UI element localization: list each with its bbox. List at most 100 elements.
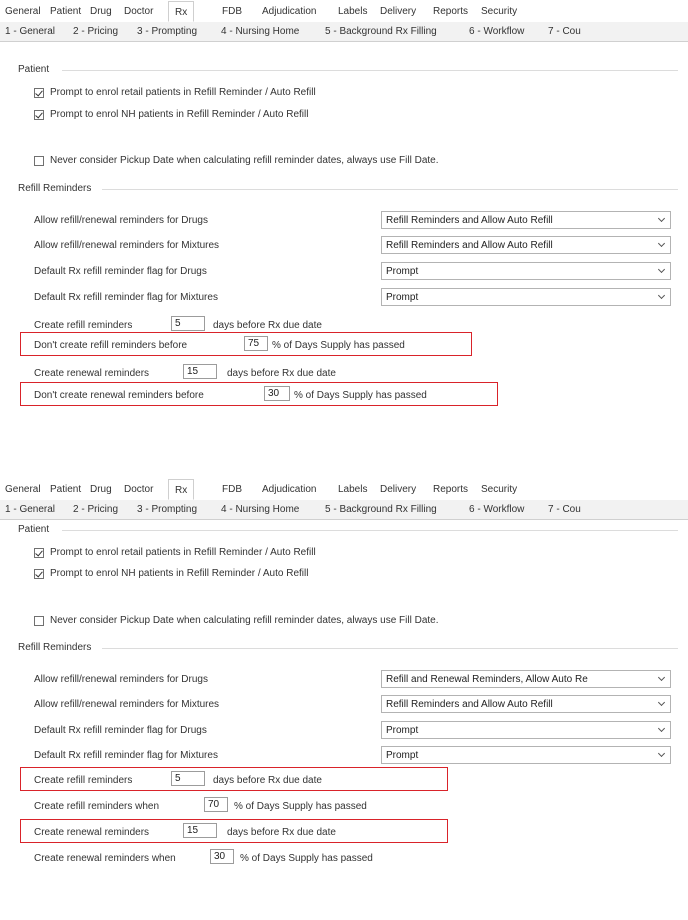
create-renewal-label: Create renewal reminders [34,368,150,379]
subtab-background-rx-filling[interactable]: 5 - Background Rx Filling [325,504,437,515]
main-tab-bar: General Patient Drug Doctor Rx FDB Adjud… [0,0,688,23]
create-renewal-label: Create renewal reminders [34,827,150,838]
tab-patient[interactable]: Patient [50,484,81,495]
allow-drugs-select[interactable]: Refill and Renewal Reminders, Allow Auto… [381,670,671,688]
allow-drugs-label: Allow refill/renewal reminders for Drugs [34,215,208,226]
tab-adjudication[interactable]: Adjudication [262,484,316,495]
pct-days-supply-text: % of Days Supply has passed [294,390,427,401]
tab-doctor[interactable]: Doctor [124,484,153,495]
renewal-days-input[interactable]: 15 [183,364,217,379]
checkmark-icon [35,548,43,557]
section-divider [62,530,678,531]
rx-settings-content: Patient Prompt to enrol retail patients … [18,520,688,920]
default-mixtures-select[interactable]: Prompt [381,746,671,764]
subtab-background-rx-filling[interactable]: 5 - Background Rx Filling [325,26,437,37]
enrol-nh-label: Prompt to enrol NH patients in Refill Re… [50,568,309,579]
default-mixtures-label: Default Rx refill reminder flag for Mixt… [34,750,218,761]
enrol-retail-label: Prompt to enrol retail patients in Refil… [50,87,316,98]
renewal-days-input[interactable]: 15 [183,823,217,838]
renewal-pct-input[interactable]: 30 [210,849,234,864]
days-before-due-text: days before Rx due date [213,775,322,786]
main-tab-bar: General Patient Drug Doctor Rx FDB Adjud… [0,478,688,501]
create-refill-when-label: Create refill reminders when [34,801,160,812]
tab-labels[interactable]: Labels [338,6,367,17]
tab-security[interactable]: Security [481,6,517,17]
pct-days-supply-text: % of Days Supply has passed [272,340,405,351]
allow-drugs-select[interactable]: Refill Reminders and Allow Auto Refill [381,211,671,229]
refill-days-input[interactable]: 5 [171,316,205,331]
tab-fdb[interactable]: FDB [222,484,242,495]
default-drugs-select[interactable]: Prompt [381,721,671,739]
rx-settings-content: Patient Prompt to enrol retail patients … [18,42,688,452]
patient-section-title: Patient [18,64,50,75]
subtab-nursing-home[interactable]: 4 - Nursing Home [221,504,299,515]
default-drugs-select[interactable]: Prompt [381,262,671,280]
chevron-down-icon [657,265,666,274]
checkmark-icon [35,110,43,119]
tab-labels[interactable]: Labels [338,484,367,495]
subtab-general[interactable]: 1 - General [5,504,55,515]
subtab-cou[interactable]: 7 - Cou [548,504,581,515]
sub-tab-bar: 1 - General 2 - Pricing 3 - Prompting 4 … [0,22,688,42]
select-value: Refill Reminders and Allow Auto Refill [386,240,553,251]
chevron-down-icon [657,749,666,758]
tab-doctor[interactable]: Doctor [124,6,153,17]
subtab-prompting[interactable]: 3 - Prompting [137,504,197,515]
tab-delivery[interactable]: Delivery [380,6,416,17]
tab-rx[interactable]: Rx [168,479,195,500]
days-before-due-text: days before Rx due date [227,368,336,379]
select-value: Refill Reminders and Allow Auto Refill [386,215,553,226]
subtab-cou[interactable]: 7 - Cou [548,26,581,37]
allow-mixtures-label: Allow refill/renewal reminders for Mixtu… [34,699,220,710]
allow-drugs-label: Allow refill/renewal reminders for Drugs [34,674,208,685]
chevron-down-icon [657,214,666,223]
default-mixtures-select[interactable]: Prompt [381,288,671,306]
allow-mixtures-select[interactable]: Refill Reminders and Allow Auto Refill [381,236,671,254]
refill-days-input[interactable]: 5 [171,771,205,786]
tab-delivery[interactable]: Delivery [380,484,416,495]
create-refill-label: Create refill reminders [34,320,133,331]
tab-reports[interactable]: Reports [433,484,468,495]
tab-security[interactable]: Security [481,484,517,495]
subtab-nursing-home[interactable]: 4 - Nursing Home [221,26,299,37]
checkbox-box [34,156,44,166]
enrol-nh-label: Prompt to enrol NH patients in Refill Re… [50,109,309,120]
tab-rx[interactable]: Rx [168,1,195,22]
dont-create-renewal-label: Don't create renewal reminders before [34,390,204,401]
never-consider-pickup-label: Never consider Pickup Date when calculat… [50,615,439,626]
chevron-down-icon [657,673,666,682]
tab-drug[interactable]: Drug [90,6,112,17]
sub-tab-bar: 1 - General 2 - Pricing 3 - Prompting 4 … [0,500,688,520]
refill-pct-input[interactable]: 70 [204,797,228,812]
tab-reports[interactable]: Reports [433,6,468,17]
settings-panel-before: General Patient Drug Doctor Rx FDB Adjud… [0,0,688,452]
chevron-down-icon [657,724,666,733]
section-divider [62,70,678,71]
tab-patient[interactable]: Patient [50,6,81,17]
subtab-prompting[interactable]: 3 - Prompting [137,26,197,37]
renewal-pct-input[interactable]: 30 [264,386,290,401]
refill-pct-input[interactable]: 75 [244,336,268,351]
subtab-workflow[interactable]: 6 - Workflow [469,504,524,515]
allow-mixtures-select[interactable]: Refill Reminders and Allow Auto Refill [381,695,671,713]
subtab-pricing[interactable]: 2 - Pricing [73,504,118,515]
tab-drug[interactable]: Drug [90,484,112,495]
select-value: Prompt [386,266,419,277]
create-refill-label: Create refill reminders [34,775,133,786]
dont-create-refill-label: Don't create refill reminders before [34,340,188,351]
subtab-general[interactable]: 1 - General [5,26,55,37]
subtab-workflow[interactable]: 6 - Workflow [469,26,524,37]
select-value: Refill Reminders and Allow Auto Refill [386,699,553,710]
tab-general[interactable]: General [5,484,41,495]
tab-general[interactable]: General [5,6,41,17]
tab-adjudication[interactable]: Adjudication [262,6,316,17]
chevron-down-icon [657,291,666,300]
tab-fdb[interactable]: FDB [222,6,242,17]
section-divider [102,189,678,190]
days-before-due-text: days before Rx due date [227,827,336,838]
checkmark-icon [35,88,43,97]
subtab-pricing[interactable]: 2 - Pricing [73,26,118,37]
checkbox-box [34,548,44,558]
default-drugs-label: Default Rx refill reminder flag for Drug… [34,266,207,277]
enrol-retail-label: Prompt to enrol retail patients in Refil… [50,547,316,558]
